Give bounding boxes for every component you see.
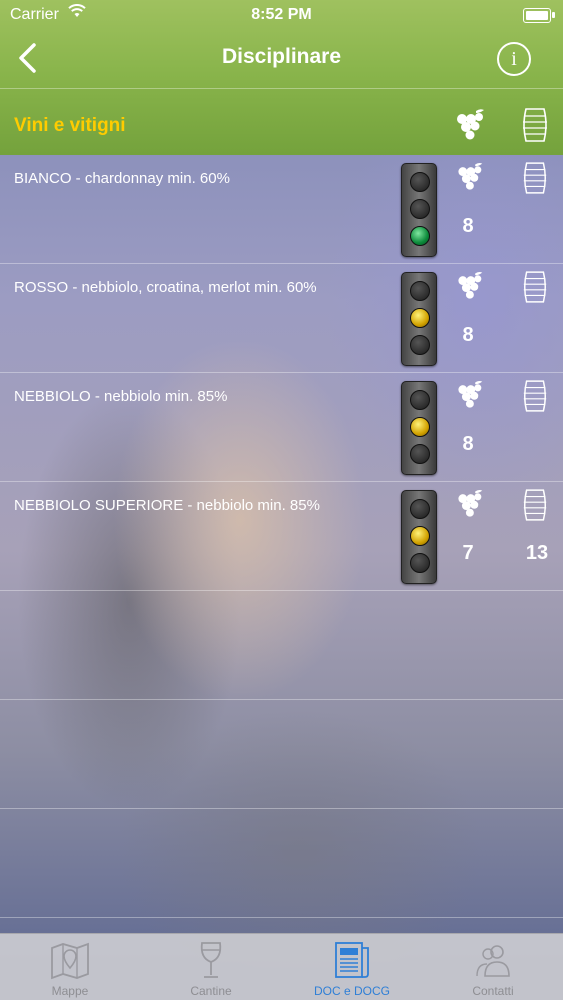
traffic-light-icon bbox=[401, 272, 437, 366]
traffic-light-icon bbox=[401, 163, 437, 257]
barrel-icon bbox=[523, 489, 547, 521]
empty-row bbox=[0, 700, 563, 809]
page-title: Disciplinare bbox=[221, 45, 342, 68]
tab-bar: Mappe Cantine DOC e DOCG Contatti bbox=[0, 933, 563, 1000]
header: Carrier 8:52 PM Disciplinare i Vini e vi… bbox=[0, 0, 563, 155]
nav-bar: Disciplinare i bbox=[0, 30, 563, 88]
list-item[interactable]: ROSSO - nebbiolo, croatina, merlot min. … bbox=[0, 264, 563, 373]
wine-label: BIANCO - chardonnay min. 60% bbox=[14, 170, 230, 187]
tab-label: Mappe bbox=[51, 984, 89, 998]
tab-contatti[interactable]: Contatti bbox=[423, 934, 563, 1000]
wine-list: BIANCO - chardonnay min. 60% 8 ROSSO - n… bbox=[0, 155, 563, 918]
tab-cantine[interactable]: Cantine bbox=[141, 934, 281, 1000]
list-item[interactable]: BIANCO - chardonnay min. 60% 8 bbox=[0, 155, 563, 264]
barrel-icon bbox=[523, 271, 547, 303]
traffic-light-icon bbox=[401, 490, 437, 584]
tab-mappe[interactable]: Mappe bbox=[0, 934, 140, 1000]
barrel-icon bbox=[523, 162, 547, 194]
section-header: Vini e vitigni bbox=[0, 88, 563, 156]
barrel-icon bbox=[523, 380, 547, 412]
tab-label: Contatti bbox=[472, 984, 514, 998]
contacts-icon bbox=[476, 945, 510, 977]
wine-label: NEBBIOLO - nebbiolo min. 85% bbox=[14, 388, 228, 405]
newspaper-icon bbox=[335, 942, 369, 978]
info-button[interactable]: i bbox=[497, 42, 531, 76]
wine-glass-icon bbox=[200, 942, 222, 978]
traffic-light-icon bbox=[401, 381, 437, 475]
map-icon bbox=[51, 942, 89, 980]
grape-icon bbox=[457, 109, 484, 140]
screen: Carrier 8:52 PM Disciplinare i Vini e vi… bbox=[0, 0, 563, 1000]
tab-label: Cantine bbox=[190, 984, 232, 998]
battery-icon bbox=[523, 8, 555, 23]
grape-value: 7 bbox=[462, 542, 474, 564]
empty-row bbox=[0, 809, 563, 918]
grape-icon bbox=[458, 380, 483, 408]
grape-icon bbox=[458, 489, 483, 517]
status-time: 8:52 PM bbox=[251, 6, 312, 23]
grape-value: 8 bbox=[462, 324, 474, 346]
barrel-icon bbox=[523, 108, 547, 142]
list-item[interactable]: NEBBIOLO - nebbiolo min. 85% 8 bbox=[0, 373, 563, 482]
wine-label: ROSSO - nebbiolo, croatina, merlot min. … bbox=[14, 279, 317, 296]
grape-value: 8 bbox=[462, 433, 474, 455]
grape-value: 8 bbox=[462, 215, 474, 237]
list-item[interactable]: NEBBIOLO SUPERIORE - nebbiolo min. 85% 7… bbox=[0, 482, 563, 591]
status-bar: Carrier 8:52 PM bbox=[0, 0, 563, 30]
grape-icon bbox=[458, 162, 483, 190]
barrel-value: 13 bbox=[525, 542, 549, 564]
tab-doc-e-docg[interactable]: DOC e DOCG bbox=[282, 934, 422, 1000]
grape-icon bbox=[458, 271, 483, 299]
wine-label: NEBBIOLO SUPERIORE - nebbiolo min. 85% bbox=[14, 497, 320, 514]
tab-label: DOC e DOCG bbox=[313, 984, 390, 998]
empty-row bbox=[0, 591, 563, 700]
section-title: Vini e vitigni bbox=[14, 115, 126, 136]
